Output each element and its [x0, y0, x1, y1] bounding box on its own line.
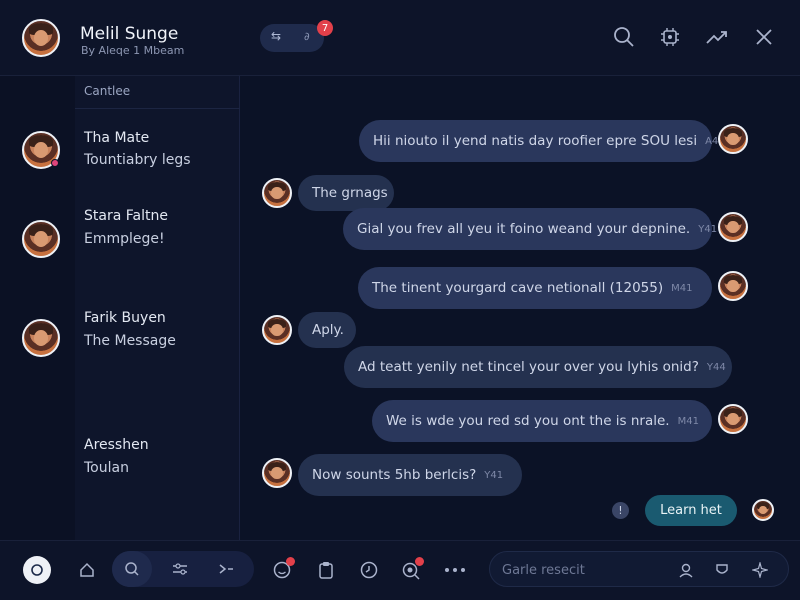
header-avatar[interactable]: [22, 19, 60, 57]
message-time: M41: [671, 282, 693, 294]
contacts-sidebar: Cantlee Tha Mate Tountiabry legs Stara F…: [0, 76, 240, 540]
unread-dot: [286, 557, 295, 566]
settings-icon[interactable]: [657, 24, 683, 50]
message-time: Y44: [706, 361, 726, 373]
message-text: We is wde you red sd you ont the is nral…: [386, 413, 670, 429]
bottom-toolbar: [0, 540, 800, 600]
user-icon[interactable]: [676, 560, 696, 580]
self-avatar[interactable]: [752, 499, 774, 521]
home-icon[interactable]: [72, 555, 102, 585]
switcher-count: ∂: [304, 30, 310, 43]
message-outgoing[interactable]: Gial you frev all yeu it foino weand you…: [343, 208, 717, 250]
switch-icon: ⇆: [271, 29, 282, 43]
message-time: Y41: [484, 469, 504, 481]
message-text: Aply.: [312, 322, 344, 338]
status-icon[interactable]: [23, 556, 51, 584]
message-incoming[interactable]: Now sounts 5hb berlcis? Y41: [298, 454, 522, 496]
avatar-face: [33, 329, 49, 347]
contact-avatar-small: [262, 458, 292, 488]
contact-avatar[interactable]: [22, 220, 60, 258]
chat-subtitle: By Aleqe 1 Mbeam: [81, 44, 185, 57]
contact-avatar[interactable]: [22, 131, 60, 169]
bookmark-icon[interactable]: [712, 560, 732, 580]
message-outgoing[interactable]: Hii niouto il yend natis day roofier epr…: [359, 120, 725, 162]
message-incoming[interactable]: The grnags: [298, 175, 394, 211]
search-icon[interactable]: [611, 24, 637, 50]
avatar-face: [727, 279, 739, 293]
sender-avatar: [718, 404, 748, 434]
avatar-face: [727, 132, 739, 146]
divider: [75, 108, 240, 109]
contact-preview: Emmplege!: [84, 231, 165, 247]
message-text: The grnags: [312, 185, 388, 201]
unread-dot: [415, 557, 424, 566]
forward-icon[interactable]: [206, 551, 246, 587]
conversation-switcher[interactable]: ⇆ ∂: [260, 24, 324, 52]
sidebar-section-label: Cantlee: [84, 84, 131, 98]
message-text: Hii niouto il yend natis day roofier epr…: [373, 133, 698, 149]
contact-avatar-small: [262, 315, 292, 345]
avatar-face: [33, 230, 49, 248]
message-text: The tinent yourgard cave netionall (1205…: [372, 280, 664, 296]
avatar-face: [33, 29, 49, 47]
sender-avatar: [718, 124, 748, 154]
contact-name[interactable]: Tha Mate: [84, 130, 149, 146]
avatar-face: [271, 466, 283, 480]
close-icon[interactable]: [751, 24, 777, 50]
contact-preview: The Message: [84, 333, 176, 349]
contact-preview: Tountiabry legs: [84, 152, 191, 168]
notification-badge: 7: [317, 20, 333, 36]
segmented-control: [112, 551, 254, 587]
sender-avatar: [718, 271, 748, 301]
search-input[interactable]: [502, 560, 672, 580]
avatar-face: [271, 186, 283, 200]
clipboard-icon[interactable]: [311, 555, 341, 585]
message-time: Y41: [698, 223, 718, 235]
trend-icon[interactable]: [704, 24, 730, 50]
contact-name[interactable]: Farik Buyen: [84, 310, 166, 326]
search-field[interactable]: [489, 551, 789, 587]
sparkle-icon[interactable]: [750, 560, 770, 580]
emoji-icon[interactable]: [267, 555, 297, 585]
learn-button[interactable]: Learn het: [645, 495, 737, 526]
chat-title: Melil Sunge: [80, 24, 179, 44]
message-outgoing[interactable]: The tinent yourgard cave netionall (1205…: [358, 267, 712, 309]
message-outgoing[interactable]: We is wde you red sd you ont the is nral…: [372, 400, 712, 442]
sender-avatar: [718, 212, 748, 242]
chat-header: Melil Sunge By Aleqe 1 Mbeam ⇆ ∂ 7: [0, 0, 800, 76]
contact-avatar-small: [262, 178, 292, 208]
timer-icon[interactable]: [354, 555, 384, 585]
contact-name[interactable]: Stara Faltne: [84, 208, 168, 224]
avatar-face: [727, 220, 739, 234]
avatar-face: [271, 323, 283, 337]
filter-icon[interactable]: [160, 551, 200, 587]
avatar-face: [727, 412, 739, 426]
avatar-face: [759, 505, 767, 515]
contact-avatar[interactable]: [22, 319, 60, 357]
contact-name[interactable]: Aresshen: [84, 437, 149, 453]
message-time: M41: [677, 415, 699, 427]
message-text: Gial you frev all yeu it foino weand you…: [357, 221, 691, 237]
message-incoming[interactable]: Ad teatt yenily net tincel your over you…: [344, 346, 732, 388]
contact-preview: Toulan: [84, 460, 129, 476]
message-incoming[interactable]: Aply.: [298, 312, 356, 348]
presence-dot: [51, 159, 59, 167]
message-text: Now sounts 5hb berlcis?: [312, 467, 477, 483]
search-icon[interactable]: [112, 551, 152, 587]
more-icon[interactable]: [440, 555, 470, 585]
info-icon[interactable]: !: [612, 502, 629, 519]
scan-icon[interactable]: [396, 555, 426, 585]
avatar-face: [33, 141, 49, 159]
message-text: Ad teatt yenily net tincel your over you…: [358, 359, 699, 375]
